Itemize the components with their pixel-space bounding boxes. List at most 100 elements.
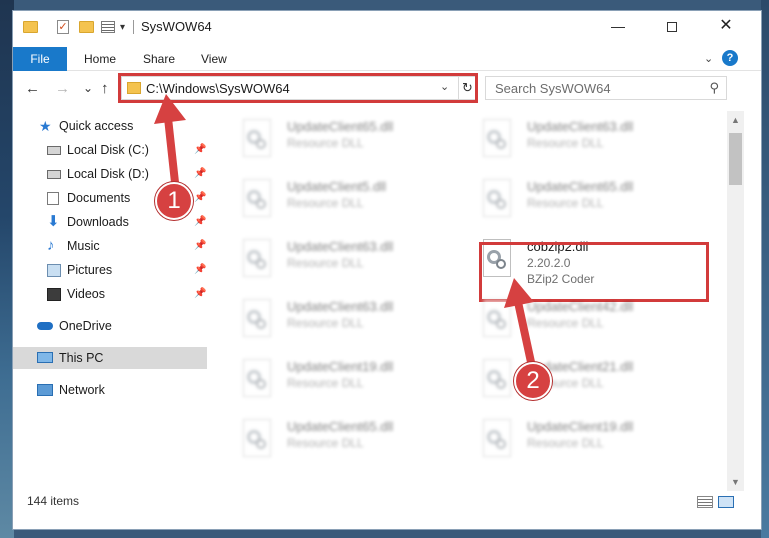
recent-locations-button[interactable]: ⌄ [83,81,93,95]
quick-access-dropdown-icon[interactable]: ▾ [120,19,125,35]
up-button[interactable]: ↑ [101,80,109,97]
search-icon: ⚲ [709,80,719,95]
navigation-pane: ★ Quick access Local Disk (C:) 📌 Local D… [13,111,209,496]
sidebar-item-local-disk-c[interactable]: Local Disk (C:) 📌 [13,139,207,161]
sidebar-item-music[interactable]: ♪ Music 📌 [13,235,207,257]
file-description: Resource DLL [287,196,364,210]
step-2-badge: 2 [514,362,552,400]
tab-file[interactable]: File [13,47,67,71]
sidebar-item-label: Local Disk (C:) [67,143,149,157]
vertical-scrollbar[interactable]: ▲ ▼ [727,111,744,491]
sidebar-item-label: Network [59,383,105,397]
dll-file-icon [239,119,273,159]
help-icon[interactable]: ? [722,50,738,66]
sidebar-item-label: Downloads [67,215,129,229]
file-description: Resource DLL [527,136,604,150]
pin-icon[interactable]: 📌 [194,259,206,281]
file-item[interactable]: UpdateClient63.dll Resource DLL [465,115,695,167]
tab-home[interactable]: Home [84,47,116,71]
file-item[interactable]: UpdateClient65.dll Resource DLL [225,115,455,167]
minimize-button[interactable]: — [595,11,641,41]
file-item[interactable]: UpdateClient5.dll Resource DLL [225,175,455,227]
customize-quick-access-icon[interactable] [101,19,115,35]
dll-file-icon [239,299,273,339]
pin-icon[interactable]: 📌 [194,283,206,305]
dll-file-icon [479,179,513,219]
file-item[interactable]: UpdateClient19.dll Resource DLL [225,355,455,407]
sidebar-item-quick-access[interactable]: ★ Quick access [13,115,207,137]
sidebar-item-label: OneDrive [59,319,112,333]
file-item[interactable]: UpdateClient21.dll Resource DLL [465,355,695,407]
file-description: Resource DLL [527,316,604,330]
file-description: Resource DLL [527,196,604,210]
tab-view[interactable]: View [201,47,227,71]
computer-icon [37,352,53,363]
network-icon [37,384,53,396]
search-input[interactable]: Search SysWOW64 ⚲ [485,76,727,100]
pin-icon[interactable]: 📌 [194,235,206,257]
sidebar-item-label: This PC [59,351,104,365]
file-name: UpdateClient65.dll [287,419,394,434]
drive-icon [47,146,61,155]
file-highlight-box [479,242,709,302]
file-item[interactable]: UpdateClient65.dll Resource DLL [465,175,695,227]
dll-file-icon [239,419,273,459]
scroll-up-icon[interactable]: ▲ [731,115,740,125]
sidebar-item-this-pc[interactable]: This PC [13,347,207,369]
sidebar-item-label: Pictures [67,263,113,277]
large-icons-view-icon[interactable] [718,496,734,508]
file-explorer-window: ✓ ▾ SysWOW64 — ✕ File Home Share View ⌄ … [12,10,762,530]
dll-file-icon [239,359,273,399]
navigation-bar: ← → ⌄ ↑ C:\Windows\SysWOW64 ⌄ ↻ Search S… [13,73,761,105]
tab-share[interactable]: Share [143,47,175,71]
maximize-button[interactable] [649,11,695,41]
maximize-icon [667,22,677,33]
sidebar-item-network[interactable]: Network [13,379,207,401]
videos-icon [47,288,61,301]
sidebar-item-label: Local Disk (D:) [67,167,149,181]
file-description: Resource DLL [287,136,364,150]
file-item[interactable]: UpdateClient63.dll Resource DLL [225,235,455,287]
dll-file-icon [239,239,273,279]
download-icon: ⬇ [47,213,60,230]
scroll-down-icon[interactable]: ▼ [731,477,740,487]
file-description: Resource DLL [287,436,364,450]
new-folder-icon[interactable] [79,19,94,35]
file-item[interactable]: UpdateClient65.dll Resource DLL [225,415,455,467]
drive-icon [47,170,61,179]
close-button[interactable]: ✕ [703,11,749,41]
documents-icon [47,192,59,205]
file-name: UpdateClient42.dll [527,299,634,314]
desktop-background-right [761,0,769,538]
status-bar: 144 items [13,491,761,515]
file-name: UpdateClient65.dll [527,179,634,194]
file-list: UpdateClient65.dll Resource DLL UpdateCl… [219,111,731,486]
file-name: UpdateClient63.dll [287,239,394,254]
sidebar-item-onedrive[interactable]: OneDrive [13,315,207,337]
back-button[interactable]: ← [25,80,40,97]
scrollbar-thumb[interactable] [729,133,742,185]
file-name: UpdateClient63.dll [527,119,634,134]
properties-check-icon[interactable]: ✓ [57,19,69,35]
details-view-icon[interactable] [697,496,713,508]
pin-icon[interactable]: 📌 [194,211,206,233]
sidebar-item-label: Music [67,239,100,253]
file-item[interactable]: UpdateClient42.dll Resource DLL [465,295,695,347]
title-bar: ✓ ▾ SysWOW64 — ✕ [13,11,761,41]
folder-icon [23,19,38,35]
sidebar-item-label: Documents [67,191,131,205]
cloud-icon [37,322,53,330]
sidebar-item-pictures[interactable]: Pictures 📌 [13,259,207,281]
forward-button[interactable]: → [55,80,70,97]
address-highlight-box [118,73,478,103]
file-description: Resource DLL [287,256,364,270]
pin-icon[interactable]: 📌 [194,163,206,185]
file-description: Resource DLL [527,436,604,450]
pin-icon[interactable]: 📌 [194,187,206,209]
file-item[interactable]: UpdateClient19.dll Resource DLL [465,415,695,467]
sidebar-item-videos[interactable]: Videos 📌 [13,283,207,305]
pin-icon[interactable]: 📌 [194,139,206,161]
file-item[interactable]: UpdateClient63.dll Resource DLL [225,295,455,347]
step-1-badge: 1 [155,182,193,220]
expand-ribbon-icon[interactable]: ⌄ [704,52,713,65]
